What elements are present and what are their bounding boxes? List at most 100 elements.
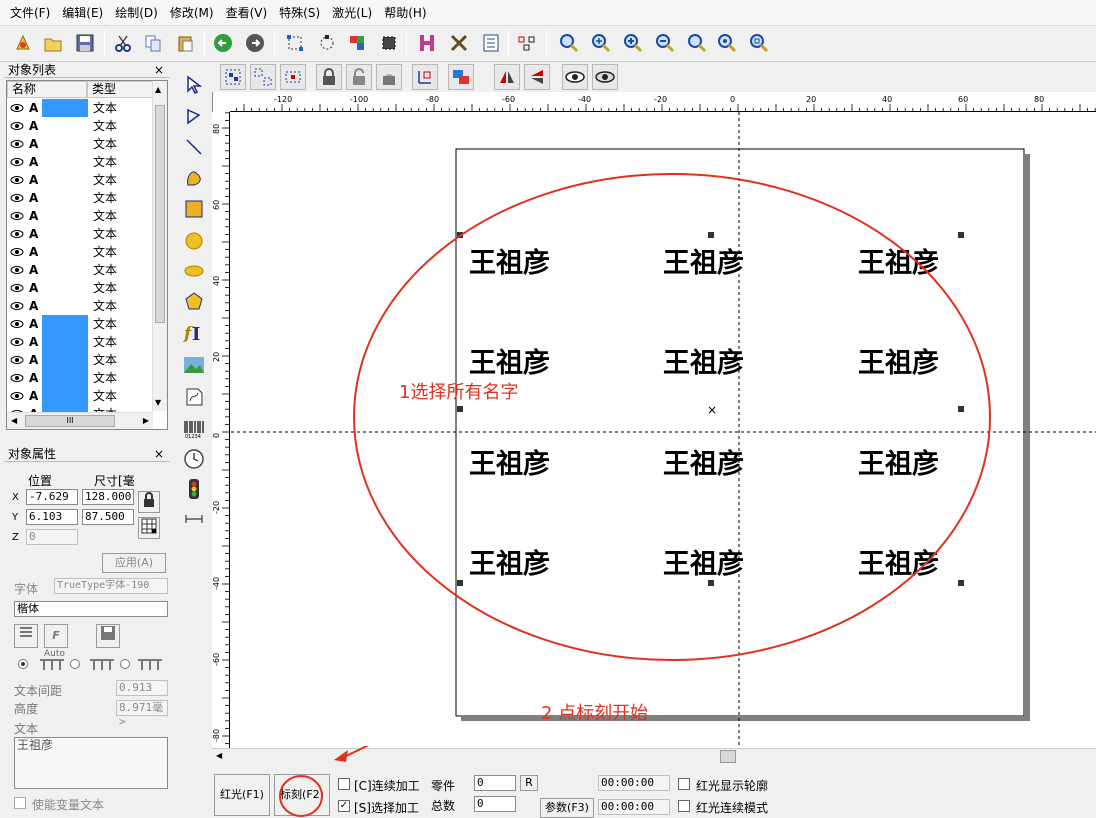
visible-eye-icon[interactable] xyxy=(10,207,24,226)
node-edit-icon[interactable] xyxy=(282,30,308,56)
name-text-object[interactable]: 王祖彦 xyxy=(469,548,550,580)
visible-eye-icon[interactable] xyxy=(10,261,24,280)
red-outline-checkbox[interactable] xyxy=(678,778,690,790)
fill-select-icon[interactable] xyxy=(376,30,402,56)
ungroup-icon[interactable] xyxy=(250,64,276,90)
scroll-right-icon[interactable]: ▶ xyxy=(143,416,149,425)
visible-eye-icon[interactable] xyxy=(10,243,24,262)
x-position-input[interactable]: -7.629 xyxy=(26,489,78,505)
hide-eye-icon[interactable] xyxy=(592,64,618,90)
timer-tool-icon[interactable] xyxy=(181,446,207,472)
italic-font-icon[interactable]: F xyxy=(44,624,68,648)
visible-eye-icon[interactable] xyxy=(10,369,24,388)
canvas[interactable]: 王祖彦 王祖彦 王祖彦 王祖彦 王祖彦 王祖彦 王祖彦 王祖彦 王祖彦 王祖彦 王祖彦 王祖彦 × 1… xyxy=(212,92,1096,752)
visible-eye-icon[interactable] xyxy=(10,117,24,136)
lock-icon[interactable] xyxy=(316,64,342,90)
apply-button[interactable]: 应用(A) xyxy=(102,553,166,573)
visible-eye-icon[interactable] xyxy=(10,387,24,406)
col-header-name[interactable]: 名称 xyxy=(7,81,87,98)
font-face-select[interactable]: 楷体 xyxy=(14,601,168,617)
invert-lock-icon[interactable] xyxy=(376,64,402,90)
zoom-all-icon[interactable] xyxy=(714,30,740,56)
combine-icon[interactable] xyxy=(280,64,306,90)
list-item[interactable]: A 文本 xyxy=(7,315,153,333)
list-item[interactable]: A 文本 xyxy=(7,171,153,189)
red-continuous-checkbox[interactable] xyxy=(678,800,690,812)
mirror-h-icon[interactable] xyxy=(494,64,520,90)
zoom-fit-icon[interactable] xyxy=(684,30,710,56)
mirror-v-icon[interactable] xyxy=(524,64,550,90)
handle-ml[interactable] xyxy=(457,406,463,412)
visible-eye-icon[interactable] xyxy=(10,351,24,370)
name-text-object[interactable]: 王祖彦 xyxy=(663,347,744,379)
list-item[interactable]: A 文本 xyxy=(7,225,153,243)
open-folder-icon[interactable] xyxy=(40,30,66,56)
handle-bl[interactable] xyxy=(457,580,463,586)
menu-help[interactable]: 帮助(H) xyxy=(378,0,432,26)
select-process-checkbox[interactable]: ✓ xyxy=(338,800,350,812)
object-list-hscroll[interactable]: ◀ III ▶ xyxy=(7,412,153,429)
zoom-page-icon[interactable] xyxy=(746,30,772,56)
select-arrow-icon[interactable] xyxy=(181,72,207,98)
circle-tool-icon[interactable] xyxy=(181,228,207,254)
copy-icon[interactable] xyxy=(140,30,166,56)
object-list-close-icon[interactable]: × xyxy=(154,62,164,78)
font-type-select[interactable]: TrueType字体-190 xyxy=(54,578,168,594)
align-right-radio[interactable] xyxy=(120,659,130,669)
handle-tr[interactable] xyxy=(958,232,964,238)
menu-draw[interactable]: 绘制(D) xyxy=(109,0,164,26)
list-item[interactable]: A 文本 xyxy=(7,333,153,351)
font-save-icon[interactable] xyxy=(96,624,120,648)
zoom-in-icon[interactable] xyxy=(588,30,614,56)
list-item[interactable]: A 文本 xyxy=(7,243,153,261)
redo-icon[interactable] xyxy=(242,30,268,56)
visible-eye-icon[interactable] xyxy=(10,297,24,316)
visible-eye-icon[interactable] xyxy=(10,315,24,334)
list-item[interactable]: A 文本 xyxy=(7,153,153,171)
lock-ratio-button[interactable] xyxy=(138,491,160,513)
extend-axis-icon[interactable] xyxy=(181,506,207,532)
name-text-object[interactable]: 王祖彦 xyxy=(858,548,939,580)
list-item[interactable]: A 文本 xyxy=(7,117,153,135)
io-port-icon[interactable] xyxy=(181,476,207,502)
barcode-tool-icon[interactable]: 01234 xyxy=(181,416,207,442)
x-size-input[interactable]: 128.000 xyxy=(82,489,134,505)
object-list-vscroll[interactable]: ▲ ▼ xyxy=(152,81,167,411)
name-text-object[interactable]: 王祖彦 xyxy=(858,247,939,279)
object-list-vscroll-thumb[interactable] xyxy=(155,105,165,323)
list-item[interactable]: A 文本 xyxy=(7,351,153,369)
show-eye-icon[interactable] xyxy=(562,64,588,90)
name-text-object[interactable]: 王祖彦 xyxy=(858,448,939,480)
menu-file[interactable]: 文件(F) xyxy=(4,0,56,26)
visible-eye-icon[interactable] xyxy=(10,225,24,244)
handle-tc[interactable] xyxy=(708,232,714,238)
y-position-input[interactable]: 6.103 xyxy=(26,509,78,525)
move-origin-icon[interactable] xyxy=(412,64,438,90)
height-input[interactable]: 8.971毫> xyxy=(116,700,168,728)
list-item[interactable]: A 文本 xyxy=(7,279,153,297)
name-text-object[interactable]: 王祖彦 xyxy=(469,247,550,279)
anchor-grid-button[interactable] xyxy=(138,517,160,539)
curve-tool-icon[interactable] xyxy=(181,164,207,190)
total-input[interactable]: 0 xyxy=(474,796,516,812)
scroll-down-icon[interactable]: ▼ xyxy=(155,398,161,407)
visible-eye-icon[interactable] xyxy=(10,333,24,352)
new-file-icon[interactable] xyxy=(10,30,36,56)
text-content-input[interactable]: 王祖彦 xyxy=(14,737,168,789)
handle-bc[interactable] xyxy=(708,580,714,586)
menu-special[interactable]: 特殊(S) xyxy=(273,0,326,26)
name-text-object[interactable]: 王祖彦 xyxy=(663,247,744,279)
col-header-type[interactable]: 类型 xyxy=(87,81,153,98)
node-select-icon[interactable] xyxy=(314,30,340,56)
handle-br[interactable] xyxy=(958,580,964,586)
unlock-icon[interactable] xyxy=(346,64,372,90)
text-align-icon[interactable] xyxy=(14,624,38,648)
text-tool-icon[interactable]: fI xyxy=(181,320,207,346)
h-icon[interactable] xyxy=(414,30,440,56)
line-tool-icon[interactable] xyxy=(181,134,207,160)
rectangle-tool-icon[interactable] xyxy=(181,196,207,222)
handle-mr[interactable] xyxy=(958,406,964,412)
node-tool-icon[interactable] xyxy=(181,104,207,130)
save-icon[interactable] xyxy=(72,30,98,56)
menu-view[interactable]: 查看(V) xyxy=(220,0,274,26)
